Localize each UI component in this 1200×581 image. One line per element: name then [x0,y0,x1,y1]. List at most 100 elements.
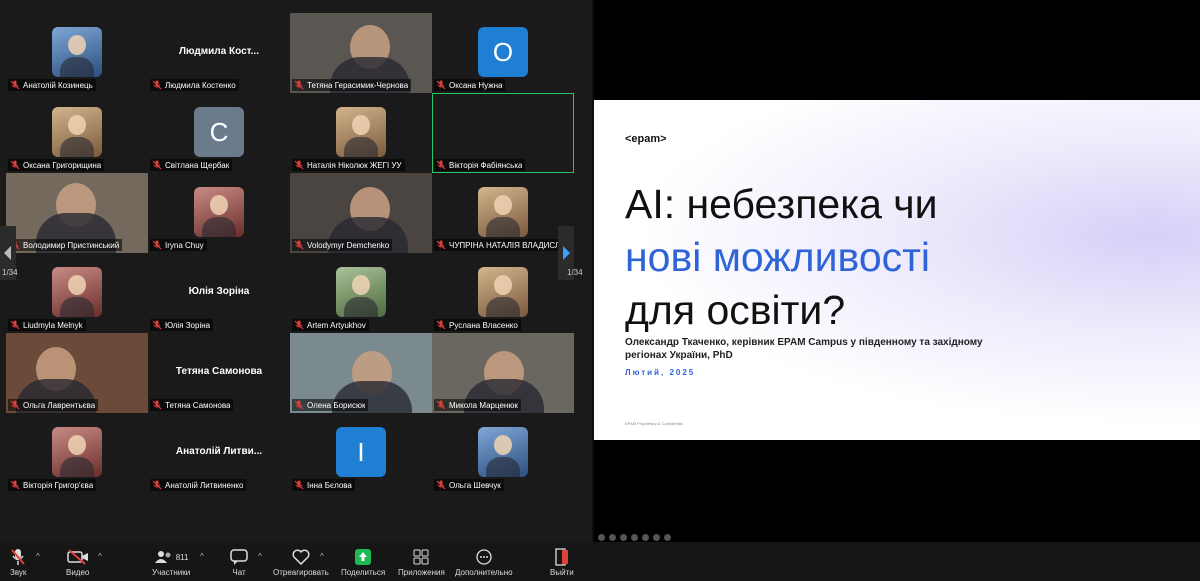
name-tag: Людмила Костенко [150,79,239,91]
mic-muted-icon [152,320,162,330]
participant-tile[interactable]: Тетяна Герасимик-Чернова [290,13,432,93]
video-label: Видео [66,568,90,577]
participant-tile[interactable]: Микола Марценюк [432,333,574,413]
name-tag: Вікторія Фабіянська [434,159,526,171]
participant-name: Людмила Костенко [165,80,236,90]
participant-tile[interactable]: Наталія Ніколюк ЖЕГІ УУ [290,93,432,173]
participant-name: ЧУПРІНА НАТАЛІЯ ВЛАДИСЛ... [449,240,567,250]
screen-share-view: <epam> AI: небезпека чи нові можливості … [594,0,1200,542]
participant-tile[interactable]: Анатолій Литви... Анатолій Литвиненко [148,413,290,493]
name-tag: Анатолій Козинець [8,79,96,91]
avatar [478,187,528,237]
participants-button[interactable]: 811 Участники [152,547,190,577]
name-tag: Ольга Лаврентьєва [8,399,99,411]
leave-button[interactable]: Выйти [550,547,574,577]
name-tag: Тетяна Самонова [150,399,234,411]
mic-muted-icon [436,240,446,250]
prev-slide-icon[interactable] [598,534,605,541]
mic-muted-icon [436,320,446,330]
mic-muted-icon [152,400,162,410]
name-tag: Юлія Зоріна [150,319,214,331]
participant-tile[interactable]: Ольга Шевчук [432,413,574,493]
mic-muted-icon [294,320,304,330]
participant-tile[interactable]: Людмила Кост... Людмила Костенко [148,13,290,93]
participant-tile[interactable]: Анатолій Козинець [6,13,148,93]
chat-icon [230,549,248,565]
video-options-caret[interactable]: ^ [98,552,102,561]
apps-label: Приложения [398,568,445,577]
participant-tile[interactable]: Олена Борисюк [290,333,432,413]
audio-label: Звук [10,568,27,577]
share-button[interactable]: Поделиться [341,547,385,577]
avatar [52,27,102,77]
name-tag: Наталія Ніколюк ЖЕГІ УУ [292,159,405,171]
mic-muted-icon [436,480,446,490]
name-tag: Руслана Власенко [434,319,521,331]
slide-title-line-3: для освіти? [625,287,846,333]
leave-label: Выйти [550,568,574,577]
participant-name: Володимир Пристинський [23,240,120,250]
video-off-icon [66,549,88,565]
participant-grid: Анатолій Козинець Людмила Кост... Людмила … [6,13,574,493]
participant-tile[interactable]: О Оксана Нужна [432,13,574,93]
mic-muted-icon [294,400,304,410]
grid-icon[interactable] [642,534,649,541]
participant-tile[interactable]: Юлія Зоріна Юлія Зоріна [148,253,290,333]
participant-tile[interactable]: Оксана Григорищина [6,93,148,173]
heart-icon [292,549,310,565]
apps-button[interactable]: Приложения [398,547,445,577]
more-button[interactable]: Дополнительно [455,547,513,577]
participant-name: Микола Марценюк [449,400,518,410]
participant-tile[interactable]: Liudmyla Melnyk [6,253,148,333]
zoom-icon[interactable] [631,534,638,541]
participant-tile[interactable]: ЧУПРІНА НАТАЛІЯ ВЛАДИСЛ... [432,173,574,253]
mic-muted-icon [152,160,162,170]
participant-tile[interactable]: Руслана Власенко [432,253,574,333]
avatar [194,187,244,237]
slide-controls[interactable] [598,534,671,541]
subtitles-icon[interactable] [653,534,660,541]
participant-tile[interactable]: С Світлана Щербак [148,93,290,173]
participant-name: Тетяна Герасимик-Чернова [307,80,409,90]
participant-tile[interactable]: Вікторія Григор'єва [6,413,148,493]
chat-label: Чат [232,568,246,577]
zoom-meeting-window: Анатолій Козинець Людмила Кост... Людмила … [0,0,1200,581]
mic-muted-icon [11,549,25,565]
leave-icon [555,548,568,566]
participant-name: Юлія Зоріна [165,320,211,330]
video-button[interactable]: Видео [66,547,89,577]
mic-muted-icon [436,80,446,90]
avatar-initial: С [194,107,244,157]
participants-icon [154,551,171,563]
participant-display-name: Анатолій Литви... [175,446,263,457]
chat-button[interactable]: Чат [230,547,248,577]
avatar [336,267,386,317]
name-tag: Микола Марценюк [434,399,521,411]
name-tag: Олена Борисюк [292,399,369,411]
chat-options-caret[interactable]: ^ [258,552,262,561]
audio-button[interactable]: Звук [10,547,26,577]
name-tag: Ольга Шевчук [434,479,504,491]
participant-tile[interactable]: І Інна Бєлова [290,413,432,493]
participant-tile[interactable]: Тетяна Самонова Тетяна Самонова [148,333,290,413]
next-slide-icon[interactable] [609,534,616,541]
participant-tile[interactable]: Ольга Лаврентьєва [6,333,148,413]
pen-icon[interactable] [620,534,627,541]
name-tag: ЧУПРІНА НАТАЛІЯ ВЛАДИСЛ... [434,239,570,251]
participant-tile[interactable]: Artem Artyukhov [290,253,432,333]
slide-footer: EPAM Proprietary & Confidential [625,421,683,426]
participant-name: Світлана Щербак [165,160,230,170]
participant-tile[interactable]: Вікторія Фабіянська [432,93,574,173]
react-options-caret[interactable]: ^ [320,552,324,561]
participant-tile[interactable]: Volodymyr Demchenko [290,173,432,253]
name-tag: Оксана Григорищина [8,159,105,171]
audio-options-caret[interactable]: ^ [36,552,40,561]
participant-name: Олена Борисюк [307,400,366,410]
avatar-initial: І [336,427,386,477]
participants-options-caret[interactable]: ^ [200,552,204,561]
participant-tile[interactable]: Iryna Chuy [148,173,290,253]
name-tag: Інна Бєлова [292,479,355,491]
participant-tile[interactable]: Володимир Пристинський [6,173,148,253]
more-options-icon[interactable] [664,534,671,541]
name-tag: Володимир Пристинський [8,239,123,251]
